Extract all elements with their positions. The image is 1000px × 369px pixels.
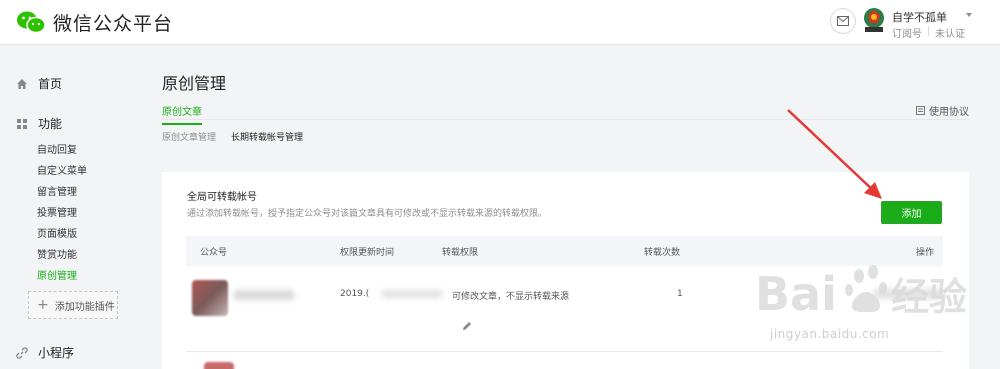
agreement-label: 使用协议 — [929, 107, 969, 118]
account-avatar — [192, 280, 228, 316]
page-title: 原创管理 — [162, 74, 227, 93]
sidebar-item-label: 功能 — [38, 117, 63, 131]
sidebar-item-appreciation[interactable]: 赞赏功能 — [37, 246, 77, 261]
date-redacted — [382, 290, 442, 298]
sidebar-item-original[interactable]: 原创管理 — [37, 267, 77, 282]
next-row-avatar — [204, 362, 234, 369]
home-icon — [17, 78, 27, 89]
sidebar-item-label: 小程序 — [38, 346, 75, 360]
sidebar-item-votes[interactable]: 投票管理 — [37, 204, 77, 219]
chevron-down-icon[interactable] — [966, 13, 972, 17]
baidu-watermark-logo: Bai 经验 — [755, 265, 967, 321]
sidebar-item-home[interactable]: 首页 — [16, 75, 62, 92]
grid-icon — [17, 118, 27, 129]
sidebar-item-page-templates[interactable]: 页面模版 — [37, 225, 77, 240]
sidebar-item-auto-reply[interactable]: 自动回复 — [37, 141, 77, 156]
repost-count: 1 — [677, 289, 683, 299]
link-icon — [16, 346, 28, 359]
column-header: 权限更新时间 — [340, 248, 395, 258]
top-bar: 微信公众平台 自学不孤单 订阅号 未认证 — [0, 0, 1000, 45]
card-description: 通过添加转载帐号，授予指定公众号对该篇文章具有可修改或不显示转载来源的转载权限。 — [187, 209, 548, 219]
agreement-link[interactable]: 使用协议 — [916, 103, 969, 118]
card-title: 全局可转载帐号 — [187, 192, 257, 203]
column-header: 公众号 — [200, 248, 228, 258]
permission-text: 可修改文章，不显示转载来源 — [452, 292, 570, 302]
sidebar-item-label: 首页 — [38, 77, 63, 91]
column-header: 转载次数 — [644, 248, 681, 258]
plus-icon: + — [37, 297, 49, 313]
account-name-redacted — [234, 290, 294, 300]
subtab-article-management[interactable]: 原创文章管理 — [162, 130, 216, 143]
update-time: 2019.( — [340, 289, 370, 299]
document-icon — [916, 106, 925, 115]
add-button[interactable]: 添加 — [881, 201, 942, 224]
svg-text:经验: 经验 — [891, 275, 967, 319]
account-avatar[interactable] — [862, 7, 886, 33]
sidebar: 首页 功能 自动回复 自定义菜单 留言管理 投票管理 页面模版 赞赏功能 原创管… — [0, 46, 140, 369]
tab-original-articles[interactable]: 原创文章 — [162, 103, 202, 125]
mail-icon — [837, 16, 849, 26]
add-plugin-button[interactable]: + 添加功能插件 — [28, 291, 118, 319]
account-name[interactable]: 自学不孤单 — [892, 9, 947, 25]
app-title[interactable]: 微信公众平台 — [53, 9, 173, 36]
sidebar-item-mini-program[interactable]: 小程序 — [16, 344, 74, 361]
wechat-logo-icon[interactable] — [16, 10, 46, 34]
annotation-arrow — [787, 109, 882, 199]
svg-text:Bai: Bai — [755, 267, 837, 321]
add-plugin-label: 添加功能插件 — [54, 301, 115, 313]
sidebar-item-features[interactable]: 功能 — [16, 115, 62, 132]
divider — [928, 26, 929, 36]
pencil-icon[interactable] — [462, 321, 472, 331]
watermark-text: jingyan.baidu.com — [770, 327, 890, 341]
sidebar-item-custom-menu[interactable]: 自定义菜单 — [37, 162, 87, 177]
subtab-account-management[interactable]: 长期转载帐号管理 — [231, 130, 303, 143]
column-header: 转载权限 — [442, 248, 479, 258]
message-button[interactable] — [830, 8, 856, 34]
account-status: 未认证 — [935, 29, 965, 40]
account-type: 订阅号 — [892, 29, 922, 40]
sidebar-item-comments[interactable]: 留言管理 — [37, 183, 77, 198]
column-header: 操作 — [916, 248, 935, 258]
